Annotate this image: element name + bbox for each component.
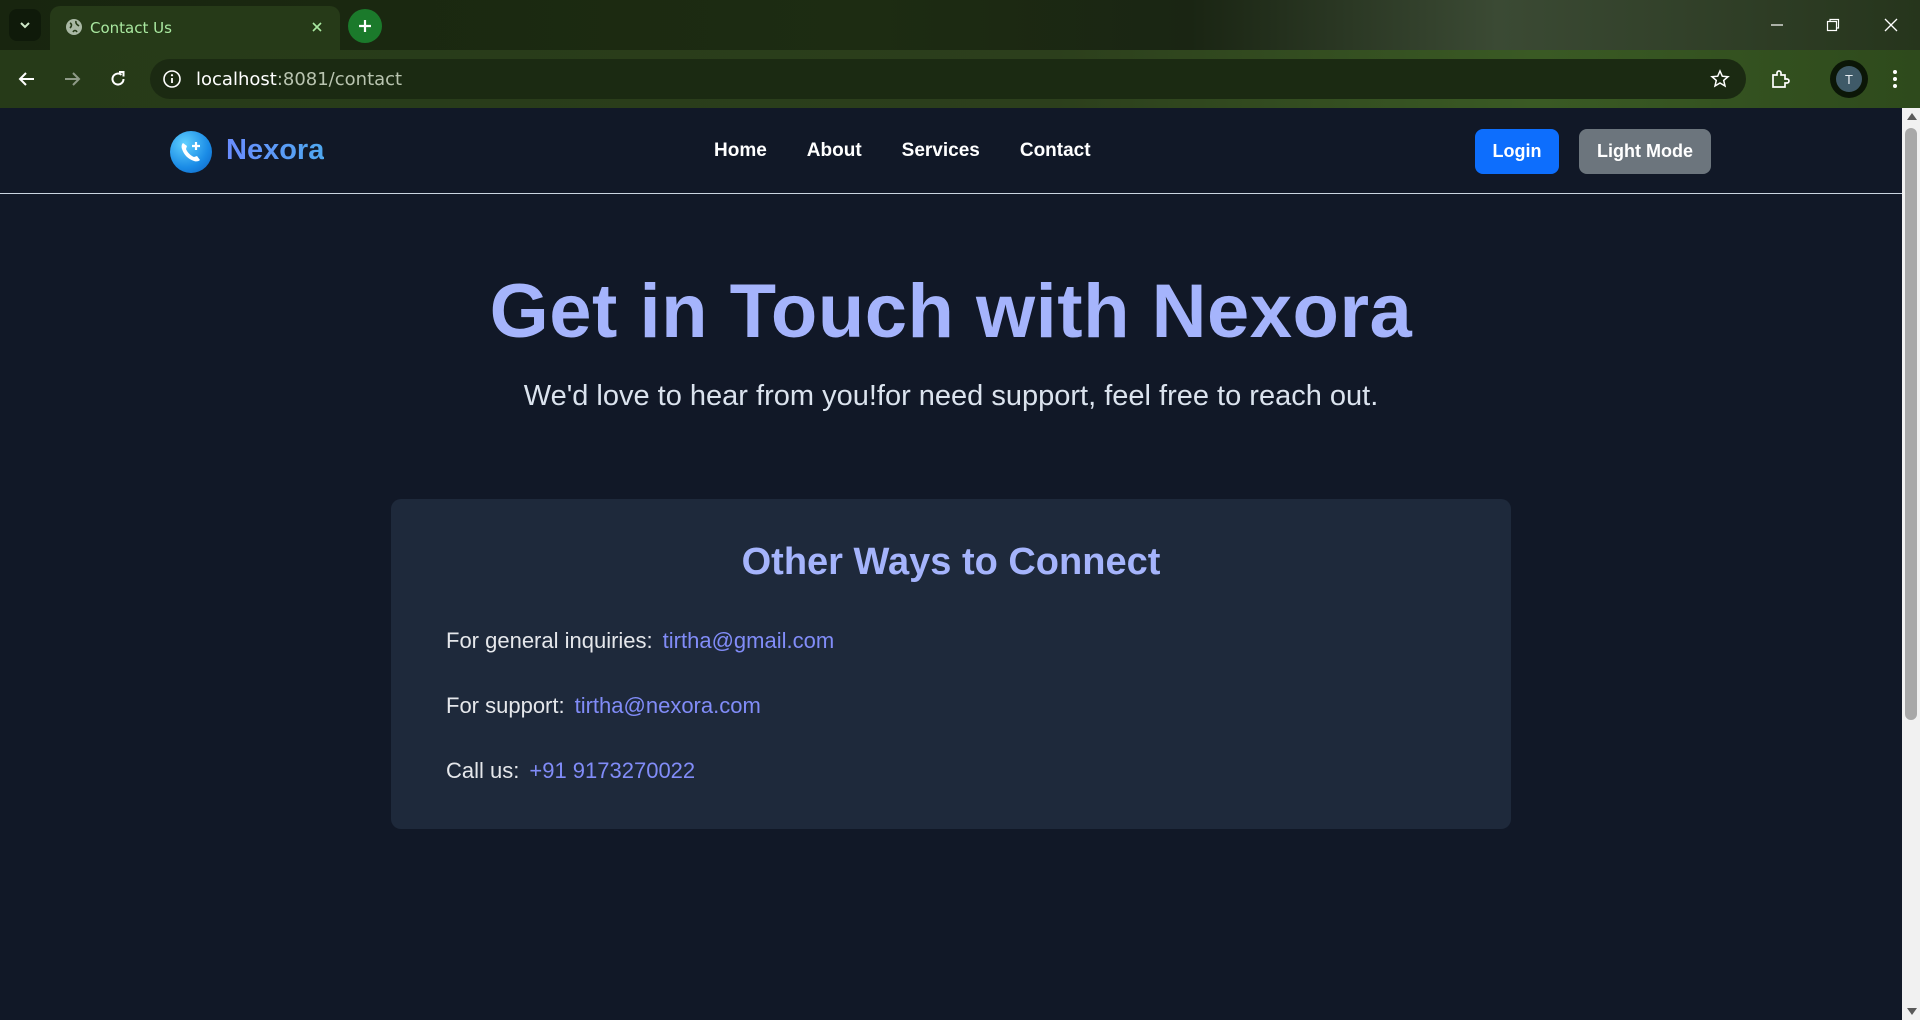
browser-tab-active[interactable]: Contact Us: [50, 6, 340, 50]
bookmark-star-icon[interactable]: [1708, 67, 1732, 91]
contact-label: For general inquiries:: [446, 628, 653, 653]
connect-card: Other Ways to Connect For general inquir…: [391, 499, 1511, 829]
url-text: localhost:8081/contact: [196, 69, 402, 90]
support-email-link[interactable]: tirtha@nexora.com: [575, 693, 761, 718]
tab-close-icon[interactable]: [306, 16, 328, 38]
minimize-icon[interactable]: [1762, 10, 1792, 40]
connect-card-title: Other Ways to Connect: [741, 541, 1161, 583]
reload-icon[interactable]: [103, 64, 133, 94]
contact-row-support: For support: tirtha@nexora.com: [446, 693, 761, 719]
page-title: Get in Touch with Nexora: [489, 269, 1413, 354]
chevron-down-icon: [20, 22, 30, 29]
profile-initial: T: [1836, 66, 1862, 92]
contact-label: For support:: [446, 693, 565, 718]
new-tab-button[interactable]: [348, 9, 382, 43]
forward-arrow-icon[interactable]: [57, 64, 87, 94]
plus-icon: [359, 20, 371, 32]
site-header: Nexora Home About Services Contact Login…: [0, 108, 1902, 194]
login-button[interactable]: Login: [1475, 129, 1559, 174]
light-mode-toggle-button[interactable]: Light Mode: [1579, 129, 1711, 174]
profile-avatar[interactable]: T: [1830, 60, 1868, 98]
scroll-down-arrow-icon[interactable]: [1907, 1008, 1917, 1015]
page-subtitle: We'd love to hear from you!for need supp…: [523, 380, 1379, 412]
nav-link-services[interactable]: Services: [902, 140, 980, 162]
browser-menu-icon[interactable]: [1880, 64, 1910, 94]
browser-tabstrip: Contact Us: [0, 0, 1920, 50]
nav-link-about[interactable]: About: [807, 140, 862, 162]
url-host: localhost: [196, 69, 277, 90]
restore-icon[interactable]: [1818, 10, 1848, 40]
nav-link-contact[interactable]: Contact: [1020, 140, 1091, 162]
close-window-icon[interactable]: [1876, 10, 1906, 40]
main-nav: Home About Services Contact: [714, 140, 1091, 162]
tab-title: Contact Us: [90, 19, 172, 37]
page-scrollbar[interactable]: [1902, 108, 1920, 1020]
scrollbar-thumb[interactable]: [1905, 128, 1917, 720]
phone-link[interactable]: +91 9173270022: [529, 758, 695, 783]
back-arrow-icon[interactable]: [12, 64, 42, 94]
site-info-icon[interactable]: [160, 67, 184, 91]
scroll-up-arrow-icon[interactable]: [1907, 113, 1917, 120]
phone-logo-icon[interactable]: [170, 131, 212, 173]
address-bar[interactable]: localhost:8081/contact: [150, 59, 1746, 99]
page-viewport: Nexora Home About Services Contact Login…: [0, 108, 1902, 1020]
brand-name[interactable]: Nexora: [226, 134, 324, 167]
extensions-puzzle-icon[interactable]: [1765, 64, 1795, 94]
tab-search-button[interactable]: [9, 9, 41, 41]
nav-link-home[interactable]: Home: [714, 140, 767, 162]
contact-row-general: For general inquiries: tirtha@gmail.com: [446, 628, 834, 654]
general-email-link[interactable]: tirtha@gmail.com: [663, 628, 835, 653]
browser-toolbar: localhost:8081/contact T: [0, 50, 1920, 108]
contact-label: Call us:: [446, 758, 520, 783]
url-path: :8081/contact: [276, 69, 403, 90]
globe-icon: [66, 19, 82, 35]
contact-row-phone: Call us: +91 9173270022: [446, 758, 695, 784]
